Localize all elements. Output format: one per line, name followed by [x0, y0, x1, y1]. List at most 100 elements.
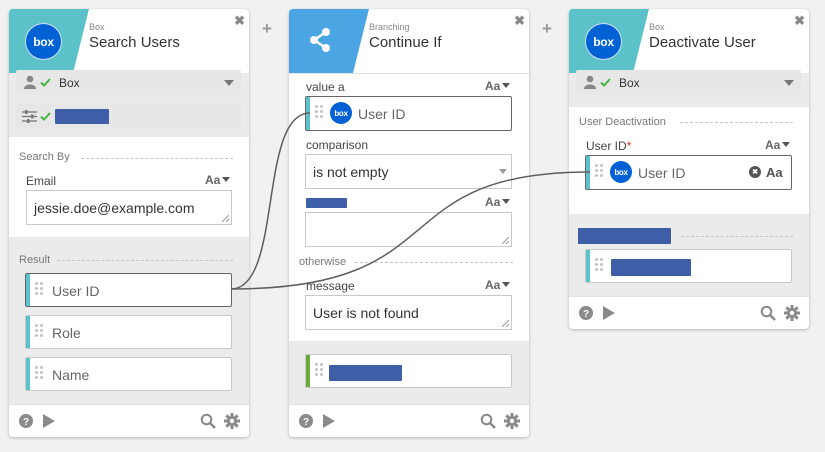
redacted-section-label — [578, 228, 671, 244]
chevron-down-icon — [499, 169, 507, 174]
redacted-output — [611, 259, 691, 276]
chevron-down-icon — [784, 80, 794, 86]
comparison-select[interactable]: is not empty — [305, 154, 512, 189]
box-logo-icon: box — [330, 102, 352, 124]
format-toggle[interactable]: Aa — [766, 165, 783, 180]
user-deactivation-label: User Deactivation — [579, 116, 666, 128]
gear-icon[interactable] — [224, 413, 240, 429]
format-dropdown[interactable]: Aa — [485, 278, 510, 292]
card-title: Search Users — [89, 34, 180, 51]
box-logo-icon: box — [610, 161, 632, 183]
connection-select[interactable]: Box — [576, 70, 801, 95]
value-b-field[interactable] — [305, 212, 512, 247]
message-value: User is not found — [313, 305, 419, 321]
gear-icon[interactable] — [504, 413, 520, 429]
email-label: Email — [26, 174, 57, 188]
value-a-field[interactable]: box User ID — [305, 96, 512, 131]
format-dropdown[interactable]: Aa — [205, 173, 230, 187]
user-icon — [24, 75, 36, 89]
result-label: Result — [19, 254, 51, 266]
connection-label: Box — [59, 76, 80, 90]
comparison-label: comparison — [306, 138, 369, 152]
help-icon[interactable]: ? — [18, 413, 34, 429]
format-dropdown[interactable]: Aa — [485, 79, 510, 93]
user-id-pill-label: User ID — [638, 165, 686, 181]
chevron-down-icon — [224, 80, 234, 86]
check-icon — [600, 78, 611, 87]
gear-icon[interactable] — [784, 305, 800, 321]
check-icon — [40, 112, 51, 121]
result-item-role[interactable]: Role — [25, 315, 232, 349]
help-icon[interactable]: ? — [298, 413, 314, 429]
run-icon[interactable] — [41, 413, 57, 429]
message-field[interactable]: User is not found — [305, 295, 512, 330]
drag-handle-icon[interactable] — [595, 258, 603, 272]
comparison-value: is not empty — [313, 164, 389, 180]
card-category: Branching — [369, 22, 410, 32]
result-item-label: Role — [52, 325, 81, 341]
card-header: box Box Search Users ✖ — [9, 9, 249, 74]
resize-handle-icon[interactable] — [502, 237, 509, 244]
drag-handle-icon[interactable] — [595, 164, 603, 178]
deactivate-user-card: box Box Deactivate User ✖ Box User Deact… — [569, 9, 809, 329]
drag-handle-icon[interactable] — [35, 324, 43, 338]
result-item-name[interactable]: Name — [25, 357, 232, 391]
clear-icon[interactable]: ✖ — [749, 166, 761, 178]
run-icon[interactable] — [601, 305, 617, 321]
box-logo-icon: box — [25, 23, 62, 60]
close-icon[interactable]: ✖ — [794, 13, 805, 29]
value-a-label: value a — [306, 80, 345, 94]
add-step-button-2[interactable]: + — [542, 19, 552, 39]
user-icon — [584, 75, 596, 89]
card-header: Branching Continue If ✖ — [289, 9, 529, 74]
redacted-option — [55, 109, 109, 124]
search-users-card: box Box Search Users ✖ Box Search By Ema… — [9, 9, 249, 437]
drag-handle-icon[interactable] — [315, 105, 323, 119]
card-header: box Box Deactivate User ✖ — [569, 9, 809, 74]
card-category: Box — [89, 22, 105, 32]
message-label: message — [306, 279, 355, 293]
search-icon[interactable] — [200, 413, 216, 429]
search-icon[interactable] — [480, 413, 496, 429]
result-item-user-id[interactable]: User ID — [25, 273, 232, 307]
connection-select[interactable]: Box — [16, 70, 241, 95]
email-field[interactable]: jessie.doe@example.com — [26, 190, 232, 225]
connection-label: Box — [619, 76, 640, 90]
sliders-icon — [22, 110, 37, 123]
otherwise-label: otherwise — [299, 256, 347, 268]
redacted-label — [306, 198, 347, 208]
svg-text:?: ? — [583, 309, 589, 320]
branch-output-item[interactable] — [305, 354, 512, 388]
options-row[interactable] — [16, 104, 241, 129]
format-dropdown[interactable]: Aa — [765, 138, 790, 152]
format-dropdown[interactable]: Aa — [485, 195, 510, 209]
card-footer: ? — [569, 296, 809, 329]
branch-icon — [310, 28, 330, 52]
drag-handle-icon[interactable] — [35, 366, 43, 380]
help-icon[interactable]: ? — [578, 305, 594, 321]
result-item-label: Name — [52, 367, 90, 383]
drag-handle-icon[interactable] — [35, 282, 43, 296]
box-logo-icon: box — [585, 23, 622, 60]
value-a-pill-label: User ID — [358, 106, 406, 122]
user-id-label: User ID* — [586, 139, 632, 153]
resize-handle-icon[interactable] — [502, 320, 509, 327]
result-item-label: User ID — [52, 283, 100, 299]
email-value: jessie.doe@example.com — [34, 200, 195, 216]
close-icon[interactable]: ✖ — [234, 13, 245, 29]
svg-text:?: ? — [23, 417, 29, 428]
drag-handle-icon[interactable] — [315, 363, 323, 377]
add-step-button-1[interactable]: + — [262, 19, 272, 39]
run-icon[interactable] — [321, 413, 337, 429]
user-id-field[interactable]: box User ID ✖ Aa — [585, 155, 792, 190]
svg-text:?: ? — [303, 417, 309, 428]
card-category: Box — [649, 22, 665, 32]
card-footer: ? — [9, 404, 249, 437]
output-item[interactable] — [585, 249, 792, 283]
check-icon — [40, 78, 51, 87]
card-title: Deactivate User — [649, 34, 756, 51]
search-icon[interactable] — [760, 305, 776, 321]
close-icon[interactable]: ✖ — [514, 13, 525, 29]
resize-handle-icon[interactable] — [222, 215, 229, 222]
card-title: Continue If — [369, 34, 442, 51]
